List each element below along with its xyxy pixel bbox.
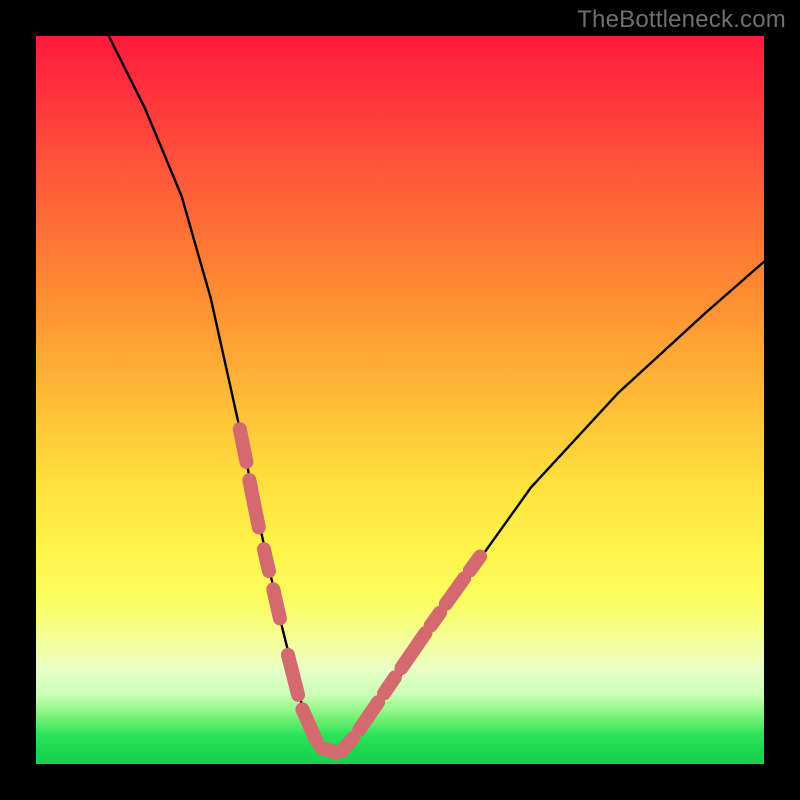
plot-area <box>36 36 764 764</box>
marker-dash <box>321 748 336 752</box>
marker-dash <box>446 578 464 603</box>
marker-dash <box>342 738 354 751</box>
marker-dash <box>431 613 440 626</box>
marker-dash <box>264 549 269 571</box>
marker-dash <box>302 709 316 740</box>
marker-dash <box>240 429 247 462</box>
marker-dash <box>288 655 298 695</box>
marker-dash <box>359 702 378 730</box>
marker-dash <box>249 480 258 527</box>
marker-dash <box>384 677 395 693</box>
marker-dash <box>402 633 426 668</box>
watermark-text: TheBottleneck.com <box>577 6 786 34</box>
marker-dash <box>470 557 480 571</box>
chart-frame: TheBottleneck.com <box>0 0 800 800</box>
bottleneck-curve <box>109 36 764 753</box>
marker-dash <box>273 589 280 618</box>
chart-svg <box>36 36 764 764</box>
marker-dashes <box>240 429 480 752</box>
